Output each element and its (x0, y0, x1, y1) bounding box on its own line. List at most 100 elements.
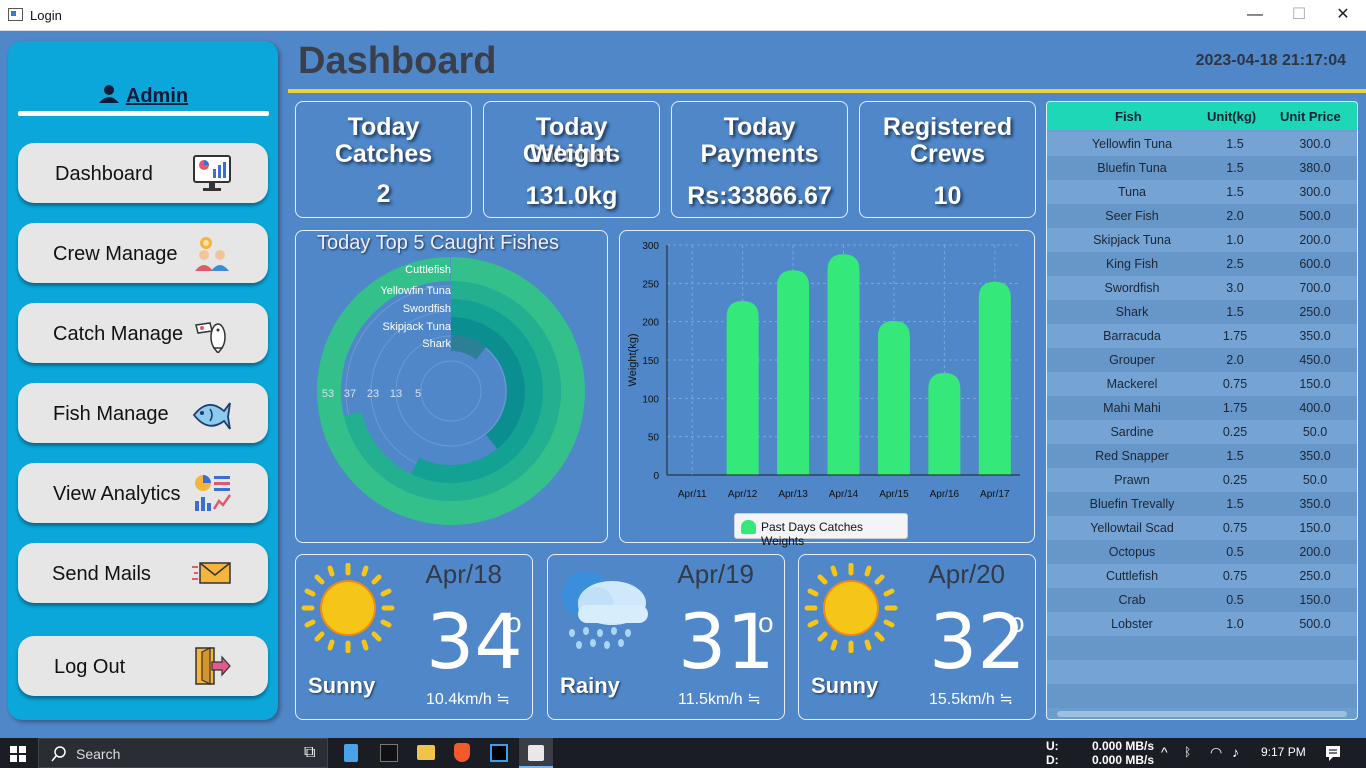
cell-fish-name: Sardine (1110, 425, 1154, 439)
taskbar-clock[interactable]: 9:17 PM (1261, 745, 1306, 759)
fish-price-table[interactable]: Fish Unit(kg) Unit Price Yellowfin Tuna 1… (1046, 101, 1358, 720)
nav-dashboard-button[interactable]: Dashboard (18, 143, 268, 203)
table-row[interactable]: Mahi Mahi 1.75 400.0 (1047, 396, 1357, 420)
table-header: Fish Unit(kg) Unit Price (1047, 102, 1357, 130)
radial-category-label: Swordfish (403, 303, 451, 315)
cell-unit: 3.0 (1226, 281, 1244, 295)
cell-fish-name: King Fish (1105, 257, 1159, 271)
bar (726, 300, 759, 475)
table-row[interactable]: Octopus 0.5 200.0 (1047, 540, 1357, 564)
wind-icon: ≒ (742, 691, 761, 708)
table-row[interactable]: Tuna 1.5 300.0 (1047, 180, 1357, 204)
nav-view-analytics-button[interactable]: View Analytics (18, 463, 268, 523)
windows-start-icon[interactable] (10, 746, 26, 762)
stat-value: Rs:33866.67 (687, 182, 832, 210)
table-row[interactable]: Barracuda 1.75 350.0 (1047, 324, 1357, 348)
file-explorer-icon[interactable] (417, 745, 435, 760)
table-row[interactable]: Red Snapper 1.5 350.0 (1047, 444, 1357, 468)
nav-label: View Analytics (53, 483, 181, 505)
nav-label: Dashboard (55, 163, 153, 185)
table-row[interactable]: Yellowfin Tuna 1.5 300.0 (1047, 132, 1357, 156)
cell-price: 350.0 (1299, 449, 1331, 463)
taskbar-search-box[interactable]: Search (38, 738, 328, 768)
cell-fish-name: Red Snapper (1095, 449, 1169, 463)
table-row[interactable]: Mackerel 0.75 150.0 (1047, 372, 1357, 396)
cell-unit: 0.25 (1222, 425, 1248, 439)
table-row[interactable]: Sardine 0.25 50.0 (1047, 420, 1357, 444)
nav-label: Crew Manage (53, 243, 178, 265)
cell-unit: 1.75 (1222, 329, 1248, 343)
nav-catch-manage-button[interactable]: Catch Manage (18, 303, 268, 363)
table-row[interactable]: Swordfish 3.0 700.0 (1047, 276, 1357, 300)
table-row[interactable]: Lobster 1.0 500.0 (1047, 612, 1357, 636)
table-row[interactable]: Prawn 0.25 50.0 (1047, 468, 1357, 492)
nav-send-mails-button[interactable]: Send Mails (18, 543, 268, 603)
column-header-unit[interactable]: Unit(kg) (1207, 109, 1256, 124)
maximize-button[interactable]: ☐ (1276, 2, 1322, 29)
table-row[interactable]: Shark 1.5 250.0 (1047, 300, 1357, 324)
table-row[interactable]: Seer Fish 2.0 500.0 (1047, 204, 1357, 228)
taskbar-search-label: Search (76, 746, 121, 762)
table-row[interactable]: Yellowtail Scad 0.75 150.0 (1047, 516, 1357, 540)
column-header-price[interactable]: Unit Price (1280, 109, 1341, 124)
cell-unit: 0.5 (1226, 593, 1244, 607)
nav-crew-manage-button[interactable]: Crew Manage (18, 223, 268, 283)
cell-unit: 1.5 (1226, 137, 1244, 151)
nav-log-out-button[interactable]: Log Out (18, 636, 268, 696)
cell-unit: 0.5 (1226, 545, 1244, 559)
table-row[interactable]: Crab 0.5 150.0 (1047, 588, 1357, 612)
notification-icon[interactable] (1325, 745, 1341, 761)
cell-unit: 2.5 (1226, 257, 1244, 271)
brave-browser-icon[interactable] (454, 743, 470, 762)
cell-price: 450.0 (1299, 353, 1331, 367)
cell-unit: 1.5 (1226, 449, 1244, 463)
radial-axis-tick: 37 (344, 388, 356, 400)
close-button[interactable]: ✕ (1320, 2, 1366, 29)
table-row[interactable]: Bluefin Tuna 1.5 380.0 (1047, 156, 1357, 180)
language-icon[interactable]: ᛒ (1184, 745, 1191, 759)
cell-unit: 2.0 (1226, 353, 1244, 367)
column-header-fish[interactable]: Fish (1115, 109, 1142, 124)
y-tick-label: 0 (653, 471, 659, 482)
table-row[interactable]: King Fish 2.5 600.0 (1047, 252, 1357, 276)
table-row-empty (1047, 684, 1357, 708)
cell-price: 600.0 (1299, 257, 1331, 271)
fish-icon (192, 402, 231, 430)
weather-condition: Rainy (560, 673, 620, 698)
y-tick-label: 100 (642, 394, 659, 405)
x-tick-label: Apr/14 (829, 489, 859, 500)
chevron-up-icon[interactable]: ^ (1161, 744, 1168, 760)
cell-fish-name: Crab (1118, 593, 1146, 607)
table-row[interactable]: Bluefin Trevally 1.5 350.0 (1047, 492, 1357, 516)
stat-value: 10 (933, 182, 962, 210)
bar (928, 373, 961, 475)
analytics-icon (195, 475, 232, 511)
intellij-app-icon[interactable] (490, 744, 508, 762)
cell-fish-name: Prawn (1114, 473, 1150, 487)
cell-fish-name: Cuttlefish (1105, 569, 1159, 583)
volume-icon[interactable]: ♪ (1232, 744, 1239, 760)
top-fishes-chart-card: Today Top 5 Caught Fishes Cuttlefish Yell… (295, 230, 608, 543)
cell-fish-name: Bluefin Tuna (1097, 161, 1167, 175)
minimize-button[interactable]: — (1232, 2, 1278, 29)
java-app-icon (528, 745, 544, 761)
horizontal-scrollbar[interactable] (1057, 711, 1347, 717)
cell-unit: 1.75 (1222, 401, 1248, 415)
notepad-app-icon[interactable] (344, 744, 358, 762)
cell-fish-name: Bluefin Trevally (1089, 497, 1175, 511)
wifi-icon[interactable]: ◠ (1210, 744, 1222, 761)
stat-title-line: Crews (909, 140, 986, 168)
y-tick-label: 50 (648, 433, 660, 444)
terminal-app-icon[interactable] (380, 744, 398, 762)
task-view-icon[interactable]: ⧉ (304, 744, 315, 762)
stat-value: 2 (376, 180, 391, 208)
nav-label: Log Out (54, 656, 126, 678)
cell-fish-name: Tuna (1117, 185, 1147, 199)
table-row[interactable]: Skipjack Tuna 1.0 200.0 (1047, 228, 1357, 252)
admin-label[interactable]: Admin (8, 85, 278, 108)
table-row[interactable]: Cuttlefish 0.75 250.0 (1047, 564, 1357, 588)
nav-fish-manage-button[interactable]: Fish Manage (18, 383, 268, 443)
cell-price: 500.0 (1299, 209, 1331, 223)
table-row[interactable]: Grouper 2.0 450.0 (1047, 348, 1357, 372)
bar-chart: 0 50 100 150 200 250 300 Apr/11 Apr/12 Apr/13 Apr/… (627, 241, 1020, 500)
